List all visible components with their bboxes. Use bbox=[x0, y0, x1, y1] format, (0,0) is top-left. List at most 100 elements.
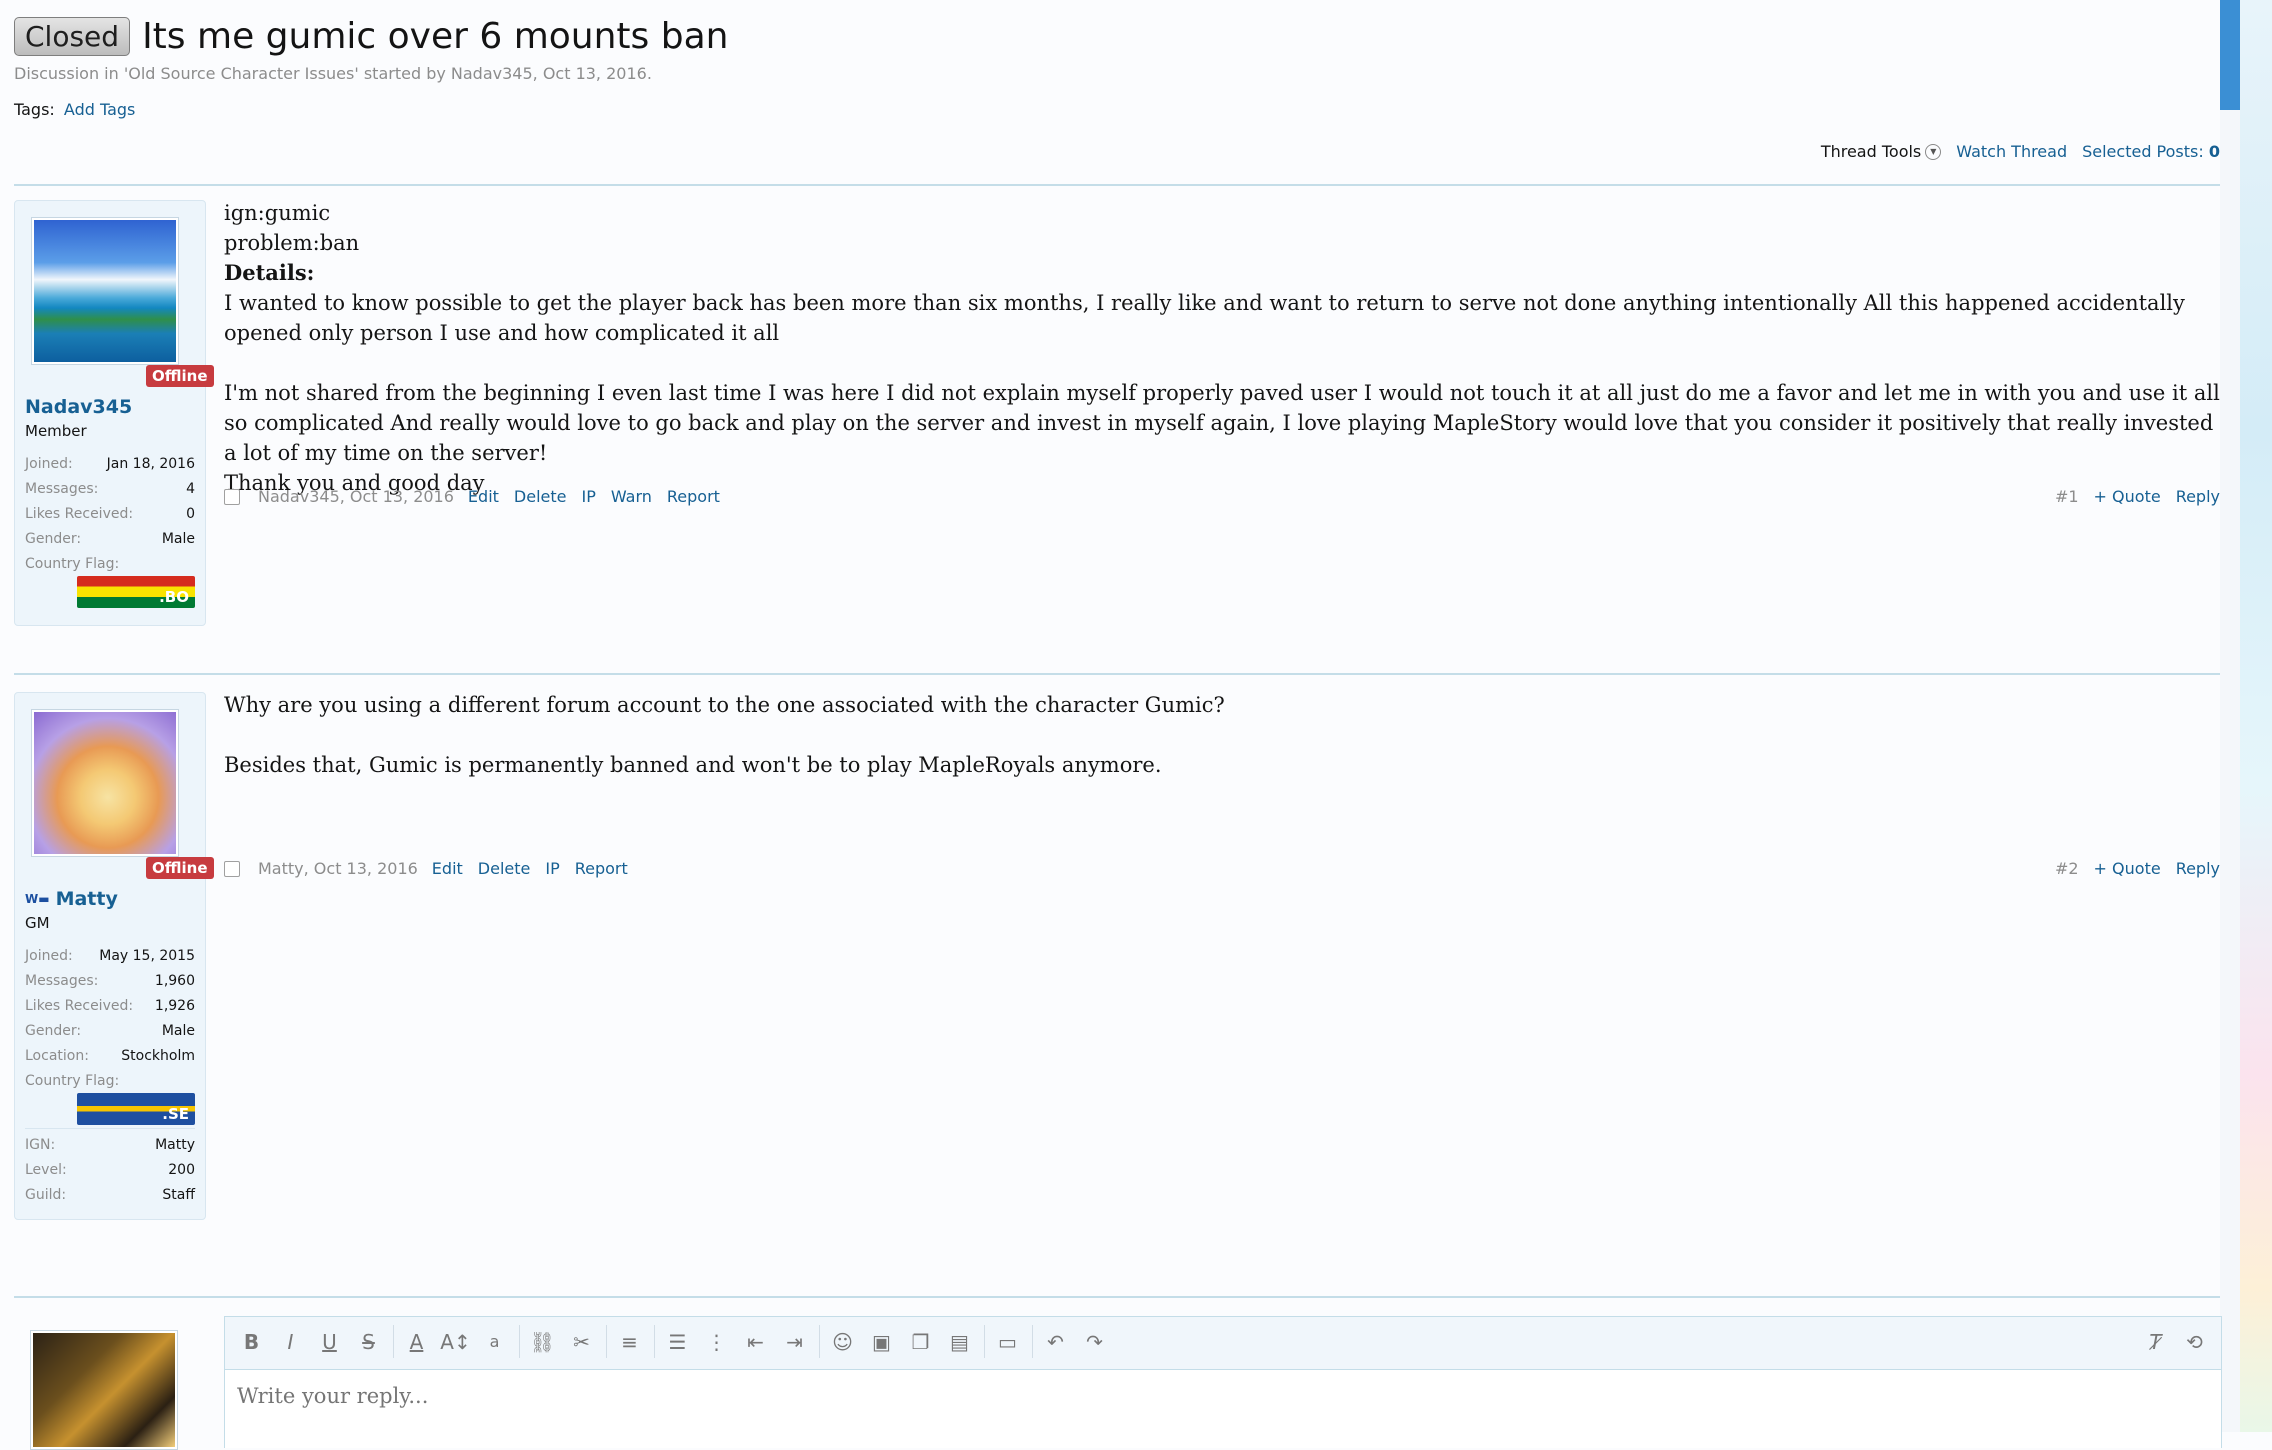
country-flag-bolivia: .BO bbox=[77, 576, 195, 608]
selected-posts-link[interactable]: Selected Posts: 0 bbox=[2082, 142, 2220, 161]
link-icon[interactable]: ⛓ bbox=[526, 1325, 559, 1358]
select-post-checkbox[interactable] bbox=[224, 860, 240, 877]
editor-toolbar: B I U S A A↕ a ⛓ ✂ ≡ ☰ ⋮ ⇤ ⇥ ☺ ▣ ❐ ▤ ▭ ↶… bbox=[235, 1325, 1119, 1358]
message-line: problem:ban bbox=[224, 231, 360, 255]
remove-format-icon[interactable]: T̷ bbox=[2139, 1325, 2172, 1358]
report-link[interactable]: Report bbox=[667, 487, 720, 506]
user-title: Member bbox=[25, 422, 87, 440]
image-icon[interactable]: ▣ bbox=[865, 1325, 898, 1358]
insert-icon[interactable]: ▤ bbox=[943, 1325, 976, 1358]
outdent-icon[interactable]: ⇤ bbox=[739, 1325, 772, 1358]
stat-row: Country Flag: bbox=[25, 551, 195, 576]
select-post-checkbox[interactable] bbox=[224, 488, 240, 505]
add-tags-link[interactable]: Add Tags bbox=[64, 100, 135, 119]
thread-title-row: Closed Its me gumic over 6 mounts ban bbox=[14, 16, 728, 57]
smiley-icon[interactable]: ☺ bbox=[826, 1325, 859, 1358]
stat-key: Level: bbox=[25, 1161, 67, 1178]
gm-badge-icon: W▬ bbox=[25, 892, 50, 906]
stat-key: Gender: bbox=[25, 1022, 82, 1039]
ip-link[interactable]: IP bbox=[581, 487, 595, 506]
ip-link[interactable]: IP bbox=[545, 859, 559, 878]
toolbar-group: ≡ bbox=[613, 1325, 655, 1358]
scrollbar-thumb[interactable] bbox=[2220, 0, 2240, 110]
reply-editor: B I U S A A↕ a ⛓ ✂ ≡ ☰ ⋮ ⇤ ⇥ ☺ ▣ ❐ ▤ ▭ ↶… bbox=[224, 1316, 2222, 1448]
username-link[interactable]: W▬ Matty bbox=[25, 888, 118, 910]
font-family-icon[interactable]: a bbox=[478, 1325, 511, 1358]
bold-icon[interactable]: B bbox=[235, 1325, 268, 1358]
selected-posts-count: 0 bbox=[2208, 142, 2220, 161]
stat-key: Guild: bbox=[25, 1186, 67, 1203]
font-size-icon[interactable]: A↕ bbox=[439, 1325, 472, 1358]
avatar-image bbox=[34, 712, 176, 854]
stat-key: Likes Received: bbox=[25, 505, 134, 522]
text-color-icon[interactable]: A bbox=[400, 1325, 433, 1358]
post-meta[interactable]: Nadav345, Oct 13, 2016 bbox=[258, 487, 454, 506]
offline-badge: Offline bbox=[146, 365, 214, 387]
stat-key: Joined: bbox=[25, 947, 73, 964]
stats-divider bbox=[25, 1128, 195, 1129]
align-left-icon[interactable]: ≡ bbox=[613, 1325, 646, 1358]
flag-code: .SE bbox=[162, 1105, 189, 1123]
reply-input[interactable] bbox=[225, 1370, 2221, 1422]
toolbar-group: ↶ ↷ bbox=[1039, 1325, 1119, 1358]
save-draft-icon[interactable]: ▭ bbox=[991, 1325, 1024, 1358]
watch-thread-link[interactable]: Watch Thread bbox=[1956, 142, 2067, 161]
stat-value: 200 bbox=[168, 1161, 195, 1178]
message-line: ign:gumic bbox=[224, 201, 331, 225]
stat-key: Joined: bbox=[25, 455, 73, 472]
avatar[interactable] bbox=[31, 709, 179, 857]
stat-row: Country Flag: bbox=[25, 1068, 195, 1093]
divider bbox=[14, 184, 2220, 186]
thread-page: Closed Its me gumic over 6 mounts ban Di… bbox=[14, 0, 2222, 1450]
quote-link[interactable]: + Quote bbox=[2094, 859, 2161, 878]
strikethrough-icon[interactable]: S bbox=[352, 1325, 385, 1358]
redo-icon[interactable]: ↷ bbox=[1078, 1325, 1111, 1358]
bullet-list-icon[interactable]: ☰ bbox=[661, 1325, 694, 1358]
post-number-link[interactable]: #1 bbox=[2055, 487, 2079, 506]
stat-value: Jan 18, 2016 bbox=[106, 455, 195, 472]
flag-code: .BO bbox=[159, 588, 189, 606]
stat-key: Likes Received: bbox=[25, 997, 134, 1014]
stat-value: Matty bbox=[155, 1136, 195, 1153]
toolbar-group: A A↕ a bbox=[400, 1325, 520, 1358]
stat-row: Joined: May 15, 2015 bbox=[25, 943, 195, 968]
indent-icon[interactable]: ⇥ bbox=[778, 1325, 811, 1358]
report-link[interactable]: Report bbox=[575, 859, 628, 878]
edit-link[interactable]: Edit bbox=[432, 859, 463, 878]
avatar-image bbox=[33, 1333, 175, 1447]
thread-tools-menu[interactable]: Thread Tools ▼ bbox=[1821, 142, 1942, 161]
country-flag-sweden: .SE bbox=[77, 1093, 195, 1125]
post-actions-right: #1 + Quote Reply bbox=[2055, 487, 2220, 506]
undo-icon[interactable]: ↶ bbox=[1039, 1325, 1072, 1358]
post-meta[interactable]: Matty, Oct 13, 2016 bbox=[258, 859, 418, 878]
media-icon[interactable]: ❐ bbox=[904, 1325, 937, 1358]
delete-link[interactable]: Delete bbox=[478, 859, 531, 878]
post-number-link[interactable]: #2 bbox=[2055, 859, 2079, 878]
avatar[interactable] bbox=[31, 217, 179, 365]
quote-link[interactable]: + Quote bbox=[2094, 487, 2161, 506]
stat-key: IGN: bbox=[25, 1136, 56, 1153]
toggle-bbcode-icon[interactable]: ⟲ bbox=[2178, 1325, 2211, 1358]
unlink-icon[interactable]: ✂ bbox=[565, 1325, 598, 1358]
edit-link[interactable]: Edit bbox=[468, 487, 499, 506]
user-stats: Joined: May 15, 2015 Messages: 1,960 Likes… bbox=[25, 943, 195, 1207]
reply-link[interactable]: Reply bbox=[2176, 487, 2220, 506]
delete-link[interactable]: Delete bbox=[514, 487, 567, 506]
stat-value: Male bbox=[161, 1022, 195, 1039]
reply-input-area bbox=[225, 1369, 2221, 1448]
italic-icon[interactable]: I bbox=[274, 1325, 307, 1358]
username-link[interactable]: Nadav345 bbox=[25, 396, 132, 418]
stat-value: 1,926 bbox=[154, 997, 195, 1014]
editor-toolbar-right: T̷ ⟲ bbox=[2139, 1325, 2211, 1358]
underline-icon[interactable]: U bbox=[313, 1325, 346, 1358]
stat-value: 4 bbox=[186, 480, 195, 497]
reply-link[interactable]: Reply bbox=[2176, 859, 2220, 878]
stat-row: Likes Received: 1,926 bbox=[25, 993, 195, 1018]
stat-key: Location: bbox=[25, 1047, 89, 1064]
stat-row: Level: 200 bbox=[25, 1157, 195, 1182]
closed-prefix-badge: Closed bbox=[14, 17, 131, 56]
avatar[interactable] bbox=[30, 1330, 178, 1450]
stat-row: Messages: 1,960 bbox=[25, 968, 195, 993]
warn-link[interactable]: Warn bbox=[611, 487, 652, 506]
numbered-list-icon[interactable]: ⋮ bbox=[700, 1325, 733, 1358]
